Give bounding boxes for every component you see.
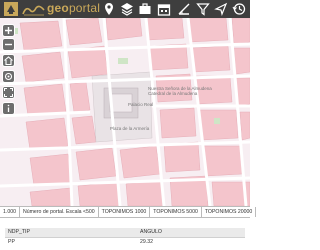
layers-icon[interactable]	[120, 2, 134, 16]
brand-icon	[22, 5, 45, 16]
layer-tabs: 1.000 Número de portal. Escala <500 TOPO…	[0, 206, 257, 218]
column-header-angulo[interactable]: ANGULO	[140, 228, 162, 237]
filter-icon[interactable]	[196, 2, 210, 16]
top-toolbar: geoportal	[0, 0, 250, 18]
share-icon[interactable]	[214, 2, 228, 16]
map-view[interactable]: Palacio Real Nuestra Señora de la Almude…	[0, 18, 250, 206]
tab-toponimos-1000[interactable]: TOPONIMOS 1000	[99, 207, 151, 217]
tab-scale-1000[interactable]: 1.000	[0, 207, 20, 217]
info-button[interactable]	[2, 102, 15, 115]
cell-angulo: 29.32	[140, 239, 153, 245]
map-label-plaza: Plaza de la Armería	[110, 126, 150, 131]
map-label-palacio: Palacio Real	[128, 102, 153, 107]
calendar-icon[interactable]	[157, 2, 171, 16]
tab-numero-portal[interactable]: Número de portal. Escala <500	[20, 207, 99, 217]
tab-toponimos-5000[interactable]: TOPONIMOS 5000	[150, 207, 202, 217]
table-row[interactable]: PP 29.32	[5, 238, 245, 247]
attribute-table: NDP_TIP ANGULO PP 29.32	[0, 218, 250, 250]
brand-title: geoportal	[47, 1, 101, 15]
table-header: NDP_TIP ANGULO	[5, 228, 245, 238]
zoom-out-button[interactable]	[2, 38, 15, 51]
locate-button[interactable]	[2, 70, 15, 83]
cell-ndp-tip: PP	[8, 239, 15, 245]
tab-toponimos-20000[interactable]: TOPONIMOS 20000	[202, 207, 257, 217]
map-canvas: Palacio Real Nuestra Señora de la Almude…	[0, 18, 250, 206]
column-header-ndp-tip[interactable]: NDP_TIP	[8, 228, 30, 237]
map-label-almudena: Catedral de la Almudena	[148, 91, 198, 96]
city-logo	[3, 1, 19, 17]
measure-icon[interactable]	[177, 2, 191, 16]
zoom-in-button[interactable]	[2, 24, 15, 37]
location-pin-icon[interactable]	[102, 2, 116, 16]
fullscreen-button[interactable]	[2, 86, 15, 99]
briefcase-icon[interactable]	[138, 2, 152, 16]
home-button[interactable]	[2, 54, 15, 67]
history-icon[interactable]	[232, 2, 246, 16]
